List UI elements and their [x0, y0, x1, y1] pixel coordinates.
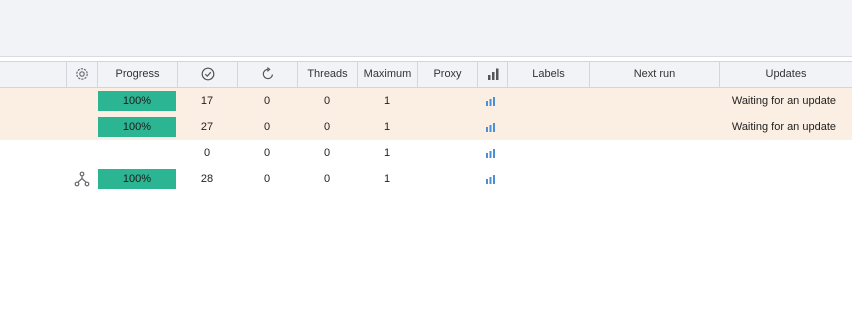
- branch-icon[interactable]: [74, 171, 90, 187]
- column-maximum[interactable]: Maximum: [357, 62, 417, 87]
- progress-bar: 100%: [98, 117, 176, 137]
- bar-chart-icon[interactable]: [486, 149, 495, 158]
- threads-count: 0: [323, 121, 331, 133]
- column-proxy[interactable]: Proxy: [417, 62, 477, 87]
- table-row[interactable]: 100% 28 0 0 1: [0, 166, 852, 192]
- progress-bar: 100%: [98, 169, 176, 189]
- maximum-count: 1: [383, 121, 391, 133]
- maximum-count: 1: [383, 95, 391, 107]
- threads-count: 0: [323, 95, 331, 107]
- success-count: 28: [200, 173, 214, 185]
- gear-icon: [76, 68, 88, 80]
- column-progress[interactable]: Progress: [97, 62, 177, 87]
- tasks-table: Progress Threads Maximum Proxy Labels Ne…: [0, 61, 852, 192]
- refresh-icon: [262, 67, 273, 80]
- success-count: 0: [203, 147, 211, 159]
- retry-count: 0: [263, 147, 271, 159]
- bar-chart-icon[interactable]: [486, 175, 495, 184]
- retry-count: 0: [263, 95, 271, 107]
- maximum-count: 1: [383, 173, 391, 185]
- column-success[interactable]: [177, 62, 237, 87]
- column-updates[interactable]: Updates: [719, 62, 852, 87]
- bar-chart-icon[interactable]: [486, 97, 495, 106]
- column-threads[interactable]: Threads: [297, 62, 357, 87]
- maximum-count: 1: [383, 147, 391, 159]
- bar-chart-icon: [487, 68, 498, 81]
- threads-count: 0: [323, 147, 331, 159]
- threads-count: 0: [323, 173, 331, 185]
- update-status: Waiting for an update: [731, 121, 836, 133]
- table-row[interactable]: 100% 27 0 0 1 Waiting for an update: [0, 114, 852, 140]
- table-row[interactable]: 100% 17 0 0 1 Waiting for an update: [0, 88, 852, 114]
- check-circle-icon: [201, 67, 214, 81]
- retry-count: 0: [263, 173, 271, 185]
- column-next-run[interactable]: Next run: [589, 62, 719, 87]
- column-stats[interactable]: [477, 62, 507, 87]
- column-retries[interactable]: [237, 62, 297, 87]
- retry-count: 0: [263, 121, 271, 133]
- column-settings[interactable]: [66, 62, 97, 87]
- success-count: 17: [200, 95, 214, 107]
- update-status: Waiting for an update: [731, 95, 836, 107]
- table-header: Progress Threads Maximum Proxy Labels Ne…: [0, 61, 852, 88]
- toolbar-area: [0, 0, 852, 57]
- progress-bar: 100%: [98, 91, 176, 111]
- bar-chart-icon[interactable]: [486, 123, 495, 132]
- success-count: 27: [200, 121, 214, 133]
- column-labels[interactable]: Labels: [507, 62, 589, 87]
- table-row[interactable]: 0 0 0 1: [0, 140, 852, 166]
